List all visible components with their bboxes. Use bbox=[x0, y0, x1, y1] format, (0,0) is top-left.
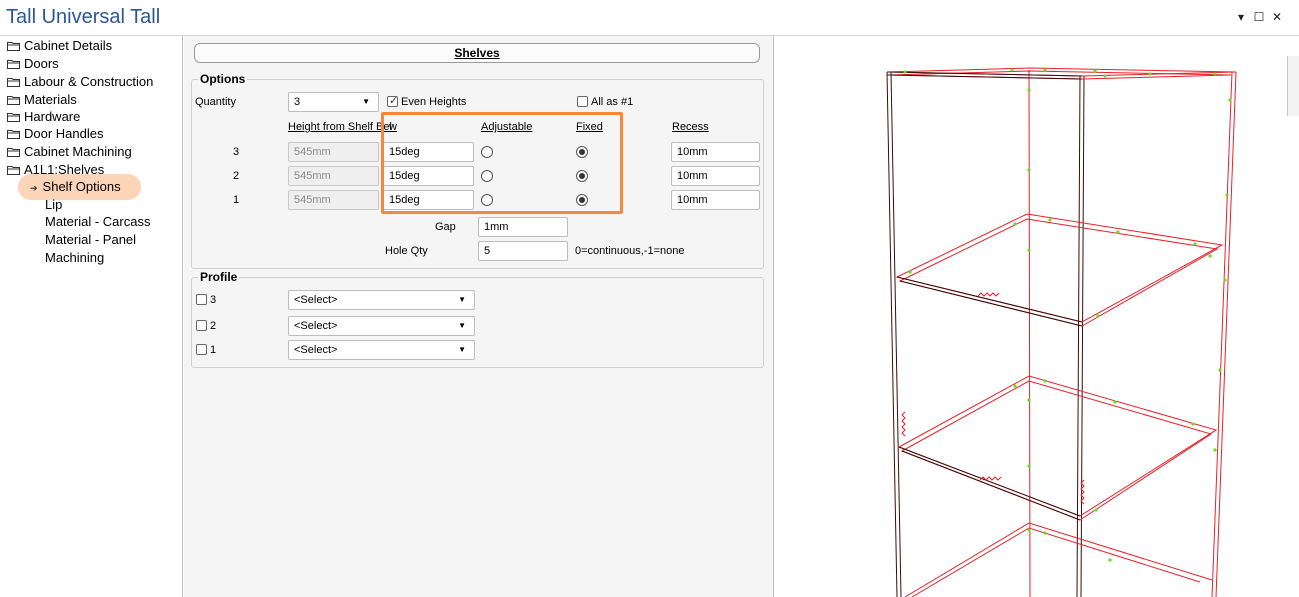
tree-item-shelf-options[interactable]: ➔ Shelf Options bbox=[30, 178, 121, 195]
hole-qty-input[interactable]: 5 bbox=[478, 241, 568, 261]
side-toolbar-edge bbox=[1287, 56, 1299, 116]
tree-item-label: Materials bbox=[24, 92, 77, 107]
shelf-row-number: 3 bbox=[233, 146, 240, 158]
profile-select-value: <Select> bbox=[294, 294, 338, 306]
arrow-right-icon: ➔ bbox=[30, 183, 38, 193]
tree-item-labour-construction[interactable]: Labour & Construction bbox=[7, 73, 153, 90]
profile-select[interactable]: <Select> ▼ bbox=[288, 340, 475, 360]
profile-row-number: 3 bbox=[210, 294, 217, 306]
close-icon[interactable]: ✕ bbox=[1270, 10, 1284, 24]
folder-icon bbox=[7, 113, 20, 122]
maximize-icon[interactable]: ☐ bbox=[1252, 10, 1266, 24]
tree-item-label: Cabinet Details bbox=[24, 38, 113, 53]
profile-select-value: <Select> bbox=[294, 320, 338, 332]
column-header-recess: Recess bbox=[672, 121, 709, 133]
hole-qty-hint: 0=continuous,-1=none bbox=[575, 245, 685, 257]
cabinet-3d-preview[interactable] bbox=[775, 36, 1299, 597]
window-menu-icon[interactable]: ▾ bbox=[1234, 10, 1248, 24]
chevron-down-icon: ▼ bbox=[458, 295, 466, 304]
shelf-height-input[interactable]: 545mm bbox=[288, 166, 379, 186]
tree-item-label: Hardware bbox=[24, 109, 81, 124]
profile-select[interactable]: <Select> ▼ bbox=[288, 316, 475, 336]
tree-item-materials[interactable]: Materials bbox=[7, 91, 77, 108]
tree-item-label: Material - Panel bbox=[45, 232, 137, 247]
title-bar: Tall Universal Tall ▾ ☐ ✕ bbox=[0, 0, 1299, 36]
tree-item-a1l1-shelves[interactable]: A1L1:Shelves bbox=[7, 161, 104, 178]
shelf-height-input[interactable]: 545mm bbox=[288, 190, 379, 210]
tree-item-door-handles[interactable]: Door Handles bbox=[7, 125, 104, 142]
cabinet-wireframe bbox=[886, 67, 1237, 597]
hole-qty-label: Hole Qty bbox=[385, 245, 428, 257]
column-header-height: Height from Shelf Below bbox=[288, 121, 392, 133]
folder-icon bbox=[7, 42, 20, 51]
chevron-down-icon: ▼ bbox=[458, 345, 466, 354]
quantity-label: Quantity bbox=[195, 96, 236, 108]
profile-select-value: <Select> bbox=[294, 344, 338, 356]
profile-checkbox[interactable] bbox=[196, 320, 207, 331]
profile-checkbox[interactable] bbox=[196, 344, 207, 355]
quantity-select[interactable]: 3 ▼ bbox=[288, 92, 379, 112]
shelves-header: Shelves bbox=[194, 43, 760, 63]
folder-open-icon bbox=[7, 166, 20, 175]
folder-icon bbox=[7, 60, 20, 69]
chevron-down-icon: ▼ bbox=[458, 321, 466, 330]
all-as-1-label: All as #1 bbox=[591, 96, 634, 108]
tree-item-label: Material - Carcass bbox=[45, 214, 151, 229]
chevron-down-icon: ▼ bbox=[362, 97, 370, 106]
tree-item-material-carcass[interactable]: Material - Carcass bbox=[45, 213, 150, 230]
tree-item-label: A1L1:Shelves bbox=[24, 162, 105, 177]
shelf-height-input[interactable]: 545mm bbox=[288, 142, 379, 162]
shelf-row-number: 1 bbox=[233, 194, 240, 206]
profile-select[interactable]: <Select> ▼ bbox=[288, 290, 475, 310]
gap-input[interactable]: 1mm bbox=[478, 217, 568, 237]
profile-group-title: Profile bbox=[198, 270, 240, 284]
tree-item-label: Door Handles bbox=[24, 126, 104, 141]
tree-item-label: Lip bbox=[45, 197, 63, 212]
annotation-highlight-box bbox=[381, 112, 623, 214]
profile-row-number: 1 bbox=[210, 344, 217, 356]
tree-item-label: Machining bbox=[45, 250, 105, 265]
even-heights-label: Even Heights bbox=[401, 96, 467, 108]
tree-item-cabinet-machining[interactable]: Cabinet Machining bbox=[7, 143, 132, 160]
options-group-title: Options bbox=[198, 72, 248, 86]
tree-item-hardware[interactable]: Hardware bbox=[7, 108, 80, 125]
navigation-tree: Cabinet Details Doors Labour & Construct… bbox=[0, 36, 183, 597]
shelf-row-number: 2 bbox=[233, 170, 240, 182]
even-heights-checkbox[interactable] bbox=[387, 94, 398, 107]
folder-icon bbox=[7, 148, 20, 157]
folder-icon bbox=[7, 96, 20, 105]
tree-item-label: Shelf Options bbox=[42, 179, 121, 194]
tree-item-machining[interactable]: Machining bbox=[45, 249, 104, 266]
folder-icon bbox=[7, 130, 20, 139]
tree-item-label: Doors bbox=[24, 56, 59, 71]
tree-item-label: Cabinet Machining bbox=[24, 144, 132, 159]
profile-group bbox=[191, 277, 764, 368]
tree-item-material-panel[interactable]: Material - Panel bbox=[45, 231, 136, 248]
quantity-value: 3 bbox=[294, 96, 301, 108]
profile-row-number: 2 bbox=[210, 320, 217, 332]
window-title: Tall Universal Tall bbox=[6, 6, 161, 28]
recess-input[interactable]: 10mm bbox=[671, 190, 760, 210]
tree-item-label: Labour & Construction bbox=[24, 74, 154, 89]
tree-item-cabinet-details[interactable]: Cabinet Details bbox=[7, 37, 112, 54]
tree-item-doors[interactable]: Doors bbox=[7, 55, 59, 72]
all-as-1-checkbox[interactable] bbox=[577, 96, 588, 107]
folder-icon bbox=[7, 78, 20, 87]
recess-input[interactable]: 10mm bbox=[671, 142, 760, 162]
tree-item-lip[interactable]: Lip bbox=[45, 196, 62, 213]
gap-label: Gap bbox=[435, 221, 456, 233]
recess-input[interactable]: 10mm bbox=[671, 166, 760, 186]
profile-checkbox[interactable] bbox=[196, 294, 207, 305]
